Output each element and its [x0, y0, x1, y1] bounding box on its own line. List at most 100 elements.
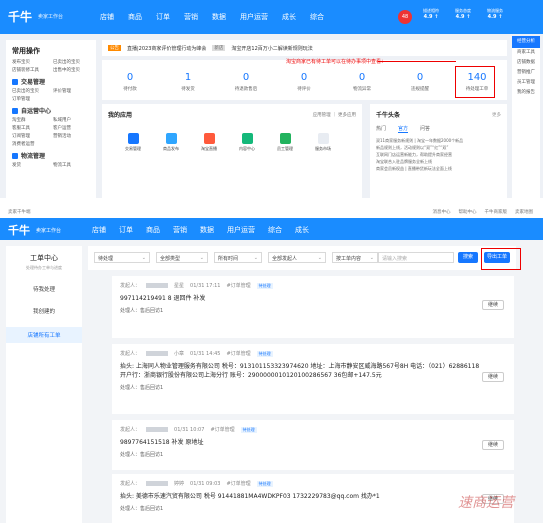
right-tool[interactable]: 店铺数据 [512, 58, 540, 68]
live-icon [203, 133, 215, 144]
sidebar-item[interactable]: 待我处理 [6, 285, 82, 293]
sidebar-link[interactable]: 营销活动 [53, 133, 90, 139]
menu-item[interactable]: 营销 [173, 225, 187, 235]
search-button[interactable]: 搜索 [458, 252, 478, 263]
right-tool[interactable]: 经营分析 [512, 36, 540, 48]
strip-link[interactable]: 千牛商家版 [485, 209, 508, 215]
notice-link[interactable]: 淘宝开店12百万小二解读新规则玩法 [231, 45, 312, 52]
news-tab-active[interactable]: 官方 [398, 125, 409, 133]
sidebar-link[interactable]: 淘宝群 [12, 117, 49, 123]
app-links[interactable]: 应用管理 ｜ 更多应用 [313, 112, 356, 118]
news-item[interactable]: 新品规则上线，活动规则以“双”“红”“双” [376, 144, 501, 151]
right-tool[interactable]: 我的报告 [512, 88, 540, 98]
quick-link[interactable]: 店铺装修工具 [12, 67, 49, 73]
sidebar-link[interactable]: 物流工具 [53, 162, 90, 168]
news-panel: 千牛头条 更多 热门 官方 问答 双11商家服务新规则 | 淘宝一年数据2000… [370, 104, 507, 198]
quick-sidebar: 常用操作 发布宝贝 已卖出的宝贝 店铺装修工具 出售中的宝贝 交易管理 已卖出的… [6, 40, 96, 198]
menu-item[interactable]: 营销 [184, 12, 198, 22]
menu-item[interactable]: 商品 [146, 225, 160, 235]
follow-button[interactable]: 继续 [482, 440, 504, 450]
notice-tag: 新店 [212, 45, 226, 51]
avatar[interactable]: 48 [398, 10, 412, 24]
initiator-select[interactable]: 全部发起人 ⌄ [268, 252, 326, 263]
strip-link[interactable]: 消息中心 [433, 209, 451, 215]
news-tab[interactable]: 热门 [376, 125, 386, 133]
sidebar-section[interactable]: 交易管理 [12, 77, 90, 86]
menu-item[interactable]: 成长 [295, 225, 309, 235]
app-item[interactable]: 淘宝直播 [196, 133, 222, 152]
menu-item[interactable]: 商品 [128, 12, 142, 22]
menu-item[interactable]: 数据 [212, 12, 226, 22]
app-item[interactable]: 员工管理 [272, 133, 298, 152]
plus-icon [317, 133, 329, 144]
sidebar-link[interactable]: 评价管理 [53, 88, 90, 94]
follow-button[interactable]: 继续 [482, 372, 504, 382]
notice-link[interactable]: 直播|2023商家评价管理行动为峰会 [127, 45, 206, 52]
more-link[interactable]: 更多 [492, 112, 501, 118]
search-input[interactable]: 请输入搜索 [378, 252, 454, 263]
type-select[interactable]: 全部类型 ⌄ [156, 252, 208, 263]
menu-item[interactable]: 订单 [119, 225, 133, 235]
sidebar-link[interactable]: 订单管理 [12, 96, 49, 102]
sidebar-section[interactable]: 物流管理 [12, 151, 90, 160]
annotation-arrow [378, 61, 456, 62]
sidebar-link[interactable]: 订阅管理 [12, 133, 49, 139]
menu-item[interactable]: 订单 [156, 12, 170, 22]
menu-item[interactable]: 综合 [310, 12, 324, 22]
follow-button[interactable]: 继续 [482, 300, 504, 310]
quick-link[interactable]: 出售中的宝贝 [53, 67, 90, 73]
content-select[interactable]: 按工单内容 ⌄ [332, 252, 378, 263]
strip-link[interactable]: 卖家地图 [515, 209, 533, 215]
redacted-name [146, 481, 169, 486]
menu-item[interactable]: 用户运营 [227, 225, 255, 235]
app-item[interactable]: 服务市场 [310, 133, 336, 152]
sidebar-link[interactable]: 发货 [12, 162, 49, 168]
news-item[interactable]: 互联网门店运营新能力，帮助提升商家经营 [376, 151, 501, 158]
menu-item[interactable]: 综合 [268, 225, 282, 235]
news-tab[interactable]: 问答 [420, 125, 430, 133]
stat-item[interactable]: 0 违规提醒 [400, 72, 440, 92]
sidebar-section[interactable]: 自运营中心 [12, 106, 90, 115]
strip-left[interactable]: 卖家千牛端 [8, 209, 31, 215]
sidebar-link[interactable]: 消费者运营 [12, 141, 49, 147]
sidebar-link[interactable]: 客服工具 [12, 125, 49, 131]
app-item[interactable]: 交易管理 [120, 133, 146, 152]
right-tool[interactable]: 营销推广 [512, 68, 540, 78]
menu-item[interactable]: 成长 [282, 12, 296, 22]
score: 描述相符 4.9 ↑ [423, 8, 439, 20]
news-item[interactable]: 双11商家服务新规则 | 淘宝一年数据2000个新品 [376, 137, 501, 144]
sidebar-item-selected[interactable]: 店铺所有工单 [6, 327, 82, 343]
sidebar-link[interactable]: 私域用户 [53, 117, 90, 123]
strip-link[interactable]: 帮助中心 [459, 209, 477, 215]
quick-link[interactable]: 发布宝贝 [12, 59, 49, 65]
news-item[interactable]: 淘宝联合入驻品牌服务全新上线 [376, 158, 501, 165]
stat-item[interactable]: 0 待退款售后 [226, 72, 266, 92]
stat-item[interactable]: 0 待评价 [284, 72, 324, 92]
menu-item[interactable]: 用户运营 [240, 12, 268, 22]
right-tool[interactable]: 员工管理 [512, 78, 540, 88]
news-item[interactable]: 商家会员新权益 | 直播带货新玩法全面上线 [376, 165, 501, 172]
menu-item[interactable]: 店铺 [100, 12, 114, 22]
sidebar-link[interactable]: 已卖出的宝贝 [12, 88, 49, 94]
app-item[interactable]: 内容中心 [234, 133, 260, 152]
operation-icon [12, 107, 18, 114]
chevron-down-icon: ⌄ [317, 255, 322, 261]
time-select[interactable]: 所有时间 ⌄ [214, 252, 262, 263]
menu-item[interactable]: 店铺 [92, 225, 106, 235]
status-select[interactable]: 待处理 ⌄ [94, 252, 150, 263]
right-tool[interactable]: 商家工具 [512, 48, 540, 58]
quick-link[interactable]: 已卖出的宝贝 [53, 59, 90, 65]
redacted-name [146, 283, 169, 288]
ticket-handler: 处理人：售后回访1 [120, 452, 164, 458]
menu-item[interactable]: 数据 [200, 225, 214, 235]
notice-bar: 公告 直播|2023商家评价管理行动为峰会 新店 淘宝开店12百万小二解读新规则… [102, 40, 507, 56]
ticket-handler: 处理人：售后回访1 [120, 308, 164, 314]
stat-item[interactable]: 0 待付款 [110, 72, 150, 92]
sidebar-link[interactable]: 客户运营 [53, 125, 90, 131]
sidebar-item[interactable]: 我创建的 [6, 307, 82, 315]
ticket-content: 997114219491 8 退回件 补发 [120, 295, 206, 302]
stat-item[interactable]: 1 待发货 [168, 72, 208, 92]
stat-item[interactable]: 0 物流异常 [342, 72, 382, 92]
score: 服务态度 4.9 ↑ [455, 8, 471, 20]
app-item[interactable]: 商品发布 [158, 133, 184, 152]
